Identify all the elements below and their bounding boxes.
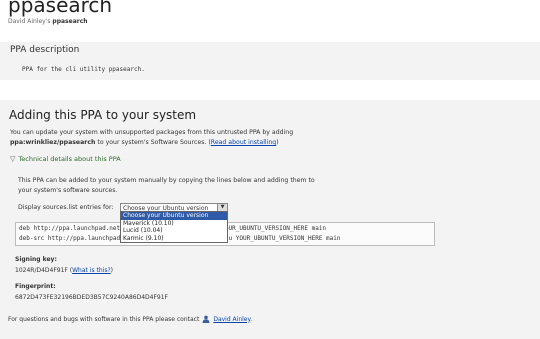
fingerprint-label: Fingerprint: [15, 283, 56, 290]
person-icon [202, 315, 210, 323]
intro-text-2: to your system's Software Sources. ( [95, 139, 211, 146]
dropdown-option[interactable]: Choose your Ubuntu version [121, 212, 227, 220]
ubuntu-version-dropdown[interactable]: Choose your Ubuntu version Maverick (10.… [120, 211, 228, 243]
technical-details-toggle[interactable]: ▽ Technical details about this PPA [10, 155, 121, 163]
chevron-down-icon[interactable]: ▼ [217, 204, 227, 211]
description-heading: PPA description [10, 45, 80, 55]
dropdown-option[interactable]: Lucid (10.04) [121, 227, 227, 235]
dropdown-option[interactable]: Karmic (9.10) [121, 235, 227, 243]
contact-line: For questions and bugs with software in … [8, 315, 252, 323]
contact-name-link[interactable]: David Ainley [213, 316, 250, 323]
description-text: PPA for the cli utility ppasearch. [22, 66, 145, 73]
section-heading: Adding this PPA to your system [9, 108, 197, 122]
page-subtitle: David Ainley's ppasearch [8, 18, 88, 25]
fingerprint-value: 6872D473FE32196BDED3B57C9240A86D4D4F91F [15, 294, 168, 301]
intro-text-1: You can update your system with unsuppor… [10, 129, 294, 136]
intro-text-3: ) [276, 139, 279, 146]
technical-details-label: Technical details about this PPA [18, 155, 121, 163]
what-is-this-link[interactable]: What is this? [72, 267, 111, 274]
display-entries-label: Display sources.list entries for: [18, 204, 114, 211]
description-band [0, 42, 540, 80]
owner-name: David Ainley's [8, 18, 51, 25]
contact-text: For questions and bugs with software in … [8, 315, 200, 323]
dropdown-option[interactable]: Maverick (10.10) [121, 220, 227, 228]
page-title: ppasearch [8, 0, 113, 17]
triangle-down-icon: ▽ [10, 155, 16, 163]
ppa-reference: ppa:wrinkliez/ppasearch [10, 139, 96, 146]
signing-key-value: 1024R/D4D4F91F [15, 267, 68, 274]
signing-key-row: 1024R/D4D4F91F (What is this?) [15, 267, 113, 274]
manual-add-note: This PPA can be added to your system man… [18, 177, 315, 194]
read-about-installing-link[interactable]: Read about installing [211, 139, 276, 146]
ppa-name: ppasearch [52, 18, 88, 25]
signing-key-label: Signing key: [15, 256, 57, 263]
contact-end: . [250, 315, 253, 323]
adding-intro: You can update your system with unsuppor… [10, 128, 330, 148]
